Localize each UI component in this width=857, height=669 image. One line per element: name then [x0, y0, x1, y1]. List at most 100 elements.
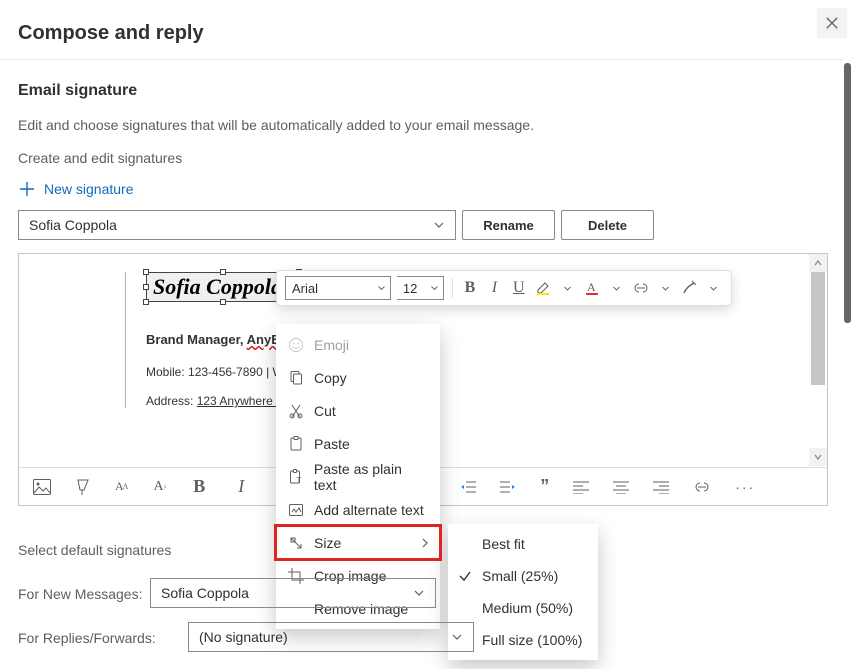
font-color-button[interactable]: A	[583, 278, 601, 298]
menu-item-copy[interactable]: Copy	[276, 361, 440, 394]
align-left-button[interactable]	[573, 480, 589, 494]
menu-item-size[interactable]: Size	[276, 526, 440, 559]
default-new-value: Sofia Coppola	[161, 585, 249, 601]
default-new-label: For New Messages:	[18, 586, 142, 602]
cut-icon	[288, 403, 314, 419]
chevron-down-icon	[451, 631, 463, 643]
emoji-icon	[288, 337, 314, 353]
rename-button[interactable]: Rename	[462, 210, 555, 240]
editor-scroll-up[interactable]	[809, 254, 827, 272]
menu-item-paste[interactable]: Paste	[276, 427, 440, 460]
increase-indent-button[interactable]	[500, 480, 516, 494]
submenu-label: Best fit	[482, 536, 525, 552]
signature-select-value: Sofia Coppola	[29, 217, 117, 233]
editor-scroll-down[interactable]	[809, 448, 827, 466]
brand-company: AnyE	[247, 332, 280, 347]
decrease-indent-button[interactable]	[460, 480, 476, 494]
address-label: Address:	[146, 394, 193, 408]
svg-text:T: T	[297, 476, 302, 485]
resize-handle[interactable]	[143, 299, 149, 305]
menu-label: Size	[314, 535, 341, 551]
alt-text-icon	[288, 502, 314, 518]
quote-button[interactable]: ”	[540, 476, 549, 497]
submenu-label: Small (25%)	[482, 568, 558, 584]
highlight-dropdown[interactable]	[558, 278, 576, 298]
font-size-select[interactable]: 12	[397, 276, 444, 300]
menu-label: Cut	[314, 403, 336, 419]
paste-plain-icon: T	[288, 469, 314, 485]
section-heading: Email signature	[18, 82, 137, 100]
new-signature-button[interactable]: New signature	[18, 180, 134, 198]
underline-button[interactable]: U	[510, 278, 528, 298]
default-reply-value: (No signature)	[199, 629, 288, 645]
font-family-select[interactable]: Arial	[285, 276, 391, 300]
toolbar-divider	[452, 278, 453, 298]
new-signature-label: New signature	[44, 181, 134, 197]
close-button[interactable]	[817, 8, 847, 38]
editor-scrollbar-thumb[interactable]	[811, 272, 825, 385]
insert-link-button[interactable]	[693, 481, 711, 493]
rename-label: Rename	[483, 218, 534, 233]
close-icon	[825, 16, 839, 30]
svg-text:A: A	[587, 280, 596, 294]
font-size-small-button[interactable]: AA	[115, 479, 129, 494]
size-option-small[interactable]: Small (25%)	[448, 560, 598, 592]
check-icon	[458, 569, 472, 583]
signature-mobile-line: Mobile: 123-456-7890 | We	[146, 365, 805, 379]
paste-icon	[288, 436, 314, 452]
resize-handle[interactable]	[143, 284, 149, 290]
brand-prefix: Brand Manager,	[146, 332, 247, 347]
highlight-button[interactable]	[534, 278, 552, 298]
menu-item-cut[interactable]: Cut	[276, 394, 440, 427]
defaults-heading: Select default signatures	[18, 542, 171, 558]
chevron-up-icon	[813, 258, 823, 268]
ink-dropdown[interactable]	[705, 278, 723, 298]
resize-handle[interactable]	[220, 299, 226, 305]
submenu-label: Medium (50%)	[482, 600, 573, 616]
panel-scrollbar-thumb[interactable]	[844, 63, 851, 323]
italic-button[interactable]: I	[485, 278, 503, 298]
chevron-down-icon	[433, 219, 445, 231]
bold-button[interactable]: B	[461, 278, 479, 298]
italic-button[interactable]: I	[232, 476, 250, 497]
format-painter-button[interactable]	[75, 478, 91, 496]
align-right-button[interactable]	[653, 480, 669, 494]
default-reply-select[interactable]: (No signature)	[188, 622, 474, 652]
resize-handle[interactable]	[220, 269, 226, 275]
insert-image-button[interactable]	[33, 479, 51, 495]
submenu-label: Full size (100%)	[482, 632, 582, 648]
size-option-best-fit[interactable]: Best fit	[448, 528, 598, 560]
copy-icon	[288, 370, 314, 386]
font-size-value: 12	[403, 281, 417, 296]
section-sublabel: Create and edit signatures	[18, 150, 182, 166]
size-icon	[288, 535, 314, 551]
more-options-button[interactable]: ···	[735, 479, 755, 495]
menu-item-alt-text[interactable]: Add alternate text	[276, 493, 440, 526]
chevron-down-icon	[377, 284, 386, 293]
default-reply-label: For Replies/Forwards:	[18, 630, 156, 646]
bold-button[interactable]: B	[190, 476, 208, 497]
ink-button[interactable]	[680, 278, 698, 298]
default-new-select[interactable]: Sofia Coppola	[150, 578, 436, 608]
chevron-down-icon	[413, 587, 425, 599]
menu-label: Add alternate text	[314, 502, 424, 518]
font-size-large-button[interactable]: A›	[153, 479, 166, 495]
menu-label: Paste	[314, 436, 350, 452]
menu-label: Copy	[314, 370, 347, 386]
align-center-button[interactable]	[613, 480, 629, 494]
menu-item-paste-plain[interactable]: T Paste as plain text	[276, 460, 440, 493]
delete-label: Delete	[588, 218, 627, 233]
font-color-dropdown[interactable]	[607, 278, 625, 298]
menu-item-emoji: Emoji	[276, 328, 440, 361]
insert-link-button[interactable]	[631, 278, 649, 298]
signature-brand-line: Brand Manager, AnyE	[146, 332, 805, 347]
link-dropdown[interactable]	[656, 278, 674, 298]
chevron-down-icon	[430, 284, 439, 293]
delete-button[interactable]: Delete	[561, 210, 654, 240]
size-option-medium[interactable]: Medium (50%)	[448, 592, 598, 624]
signature-address-line: Address: 123 Anywhere St,	[146, 394, 805, 408]
section-description: Edit and choose signatures that will be …	[18, 117, 534, 133]
page-title: Compose and reply	[18, 22, 204, 45]
resize-handle[interactable]	[143, 269, 149, 275]
signature-select[interactable]: Sofia Coppola	[18, 210, 456, 240]
